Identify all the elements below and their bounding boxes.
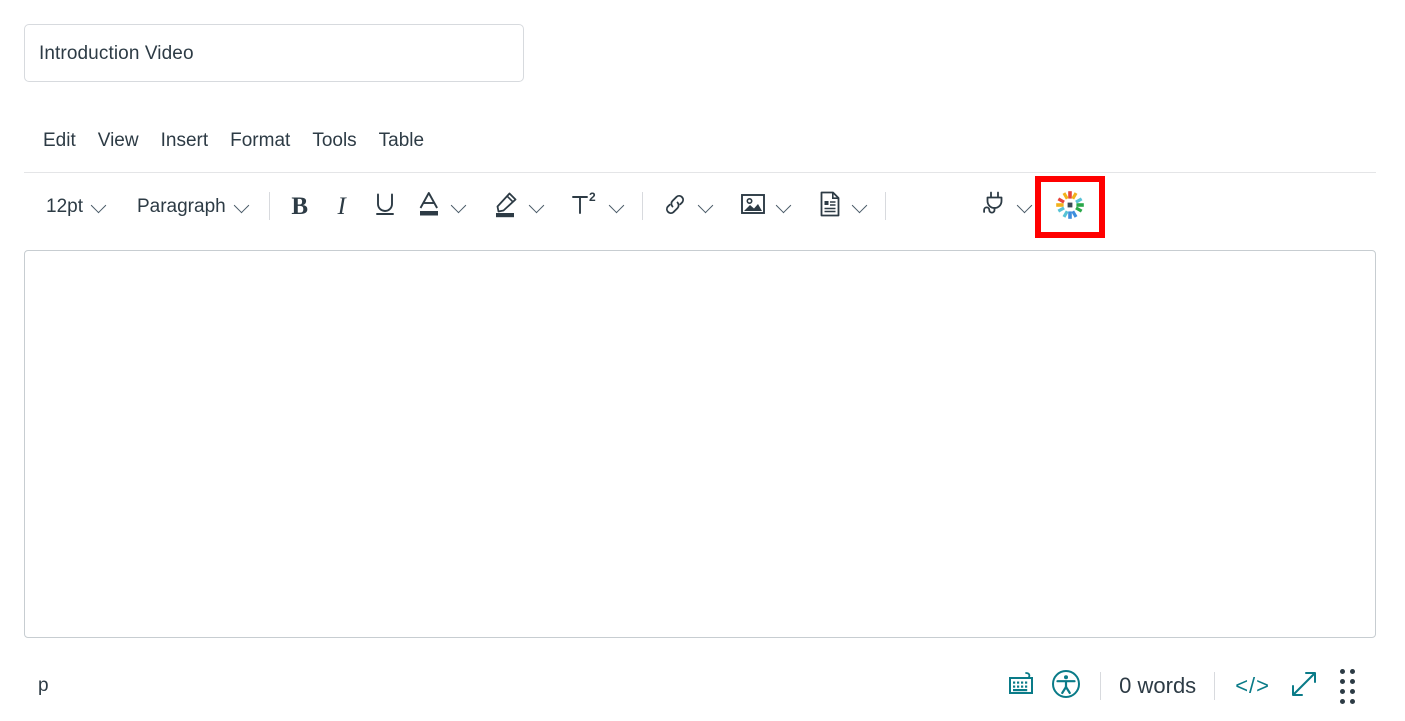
document-button[interactable]	[812, 187, 848, 225]
apps-dropdown[interactable]	[1013, 187, 1037, 225]
accessibility-icon	[1050, 668, 1082, 705]
superscript-button[interactable]: 2	[565, 187, 605, 225]
underline-button[interactable]	[367, 187, 403, 225]
italic-icon: I	[337, 192, 346, 220]
title-input[interactable]: Introduction Video	[24, 24, 524, 82]
html-editor-button[interactable]: </>	[1227, 675, 1278, 697]
keyboard-shortcuts-button[interactable]	[1000, 664, 1044, 708]
highlight-dropdown[interactable]	[525, 187, 549, 225]
svg-text:2: 2	[589, 191, 596, 204]
document-dropdown[interactable]	[848, 187, 872, 225]
image-button[interactable]	[734, 187, 772, 225]
text-color-dropdown[interactable]	[447, 187, 471, 225]
chevron-down-icon	[852, 198, 868, 214]
image-icon	[739, 191, 767, 222]
accessibility-checker-button[interactable]	[1044, 664, 1088, 708]
editor-content-area[interactable]	[24, 250, 1376, 638]
toolbar: 12pt Paragraph B I 2	[24, 180, 1376, 232]
statusbar-divider	[1100, 672, 1102, 700]
bold-icon: B	[291, 192, 309, 220]
menu-item-edit[interactable]: Edit	[24, 127, 87, 156]
statusbar-divider	[1214, 672, 1216, 700]
text-color-icon	[416, 190, 442, 223]
superscript-icon: 2	[570, 190, 600, 222]
resize-diagonal-icon	[1287, 667, 1321, 706]
chevron-down-icon	[698, 198, 714, 214]
dot-grid-icon	[1339, 668, 1355, 704]
highlighter-icon	[492, 190, 520, 223]
toolbar-divider	[268, 192, 270, 220]
statusbar: p 0 words </>	[24, 656, 1376, 716]
block-format-label: Paragraph	[136, 195, 226, 217]
chevron-down-icon	[91, 198, 107, 214]
chevron-down-icon	[451, 198, 467, 214]
superscript-dropdown[interactable]	[605, 187, 629, 225]
link-icon	[661, 191, 689, 222]
font-size-label: 12pt	[46, 195, 83, 217]
font-size-select[interactable]: 12pt	[38, 187, 113, 225]
apps-button[interactable]	[977, 187, 1013, 225]
toolbar-divider	[884, 192, 886, 220]
resize-button[interactable]	[1278, 664, 1330, 708]
statusbar-actions: 0 words </>	[1000, 664, 1376, 708]
chevron-down-icon	[234, 198, 250, 214]
plug-icon	[982, 190, 1008, 223]
studio-button-highlight	[1035, 176, 1105, 238]
menubar: Edit View Insert Format Tools Table	[24, 124, 435, 158]
rich-content-editor: Introduction Video Edit View Insert Form…	[0, 0, 1405, 721]
chevron-down-icon	[529, 198, 545, 214]
studio-starburst-icon	[1055, 190, 1085, 225]
block-format-select[interactable]: Paragraph	[129, 187, 256, 225]
image-dropdown[interactable]	[772, 187, 796, 225]
keyboard-icon	[1007, 671, 1037, 702]
word-count: 0 words	[1119, 673, 1197, 698]
menu-item-tools[interactable]: Tools	[301, 127, 367, 156]
underline-icon	[372, 191, 398, 222]
studio-button[interactable]	[1050, 188, 1090, 226]
highlight-button[interactable]	[487, 187, 525, 225]
document-icon	[817, 190, 843, 223]
link-button[interactable]	[656, 187, 694, 225]
bold-button[interactable]: B	[283, 187, 317, 225]
chevron-down-icon	[776, 198, 792, 214]
element-path: p	[38, 675, 49, 696]
italic-button[interactable]: I	[325, 187, 359, 225]
menubar-divider	[24, 172, 1376, 173]
menu-item-insert[interactable]: Insert	[150, 127, 220, 156]
drag-handle[interactable]	[1330, 664, 1364, 708]
menu-item-table[interactable]: Table	[368, 127, 435, 156]
toolbar-divider	[641, 192, 643, 220]
chevron-down-icon	[609, 198, 625, 214]
menu-item-format[interactable]: Format	[219, 127, 301, 156]
chevron-down-icon	[1017, 198, 1033, 214]
title-input-value: Introduction Video	[39, 42, 194, 64]
text-color-button[interactable]	[411, 187, 447, 225]
link-dropdown[interactable]	[694, 187, 718, 225]
menu-item-view[interactable]: View	[87, 127, 150, 156]
